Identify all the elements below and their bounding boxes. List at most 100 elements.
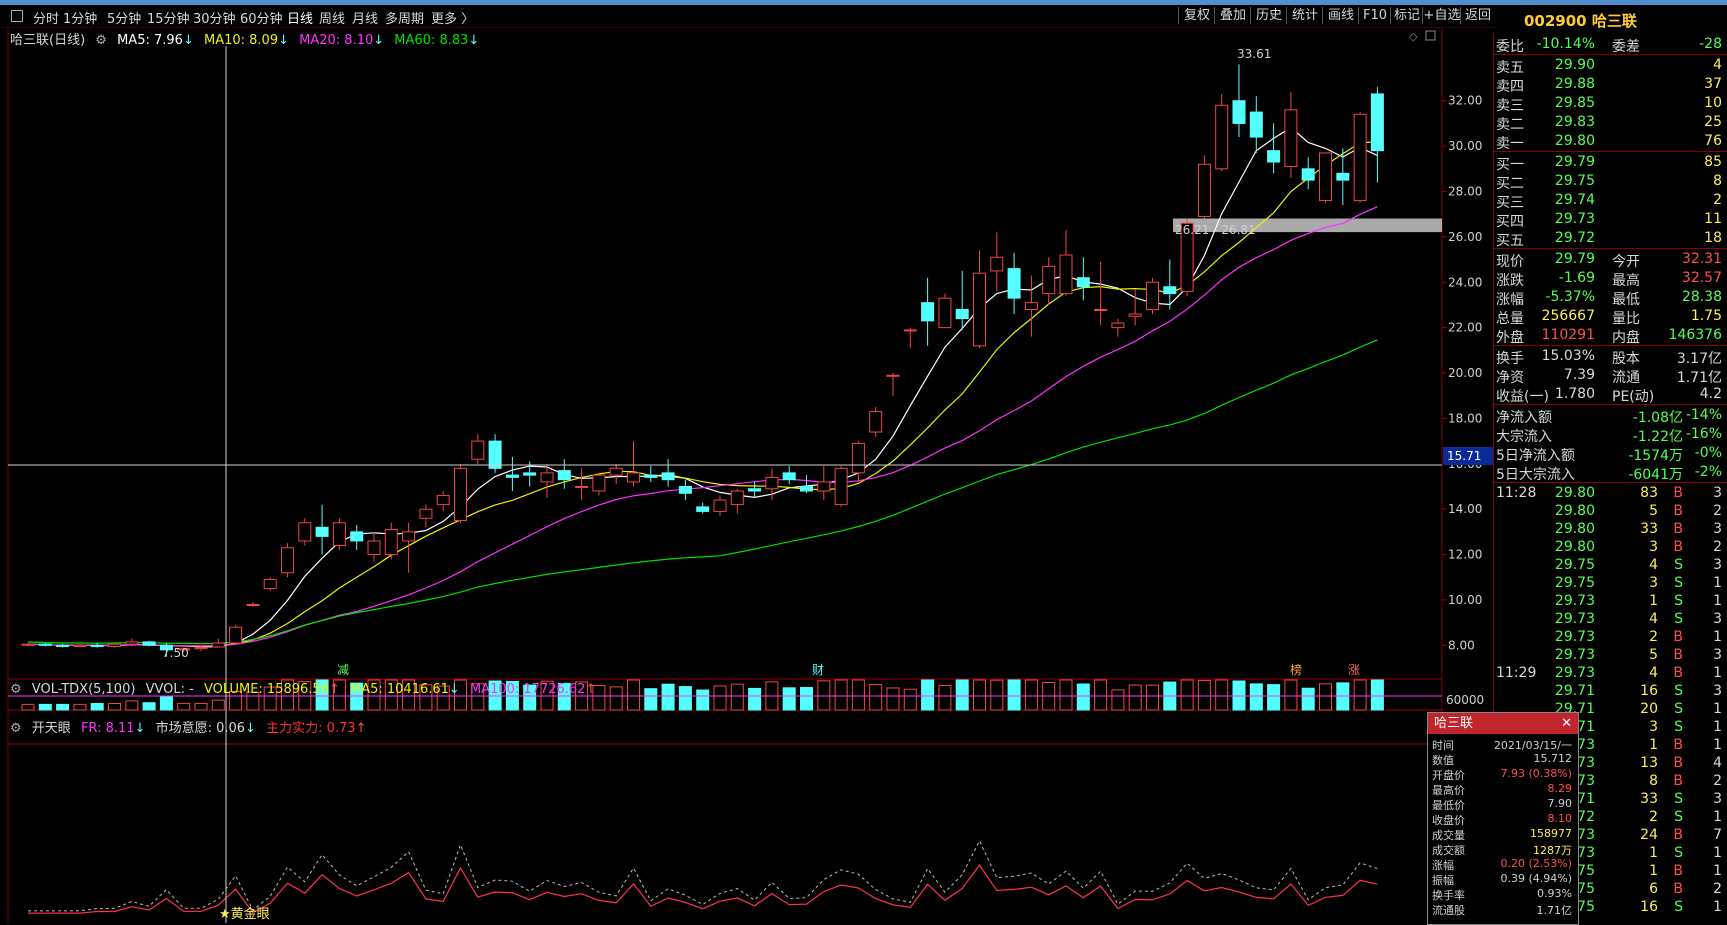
volume-bar <box>713 685 727 711</box>
volume-bar <box>800 687 813 711</box>
zone-label: 26.21 - 26.81 <box>1175 223 1256 237</box>
tick-trade-row-cell: S <box>1674 611 1683 627</box>
tick-trade-row-cell: S <box>1674 899 1683 915</box>
panel-divider <box>1494 151 1727 152</box>
candle-body <box>1128 313 1142 317</box>
order-ratio-row-cell: -28 <box>1699 36 1722 52</box>
money-flow-row-cell: 5日净流入额 <box>1496 448 1575 464</box>
ask-row-cell: 卖一 <box>1496 136 1524 152</box>
candle-body <box>229 626 243 644</box>
tick-trade-row-cell: B <box>1673 827 1683 843</box>
settings-icon[interactable]: ⚙ <box>10 682 22 697</box>
tab-fenshi[interactable]: 分时 <box>33 8 59 27</box>
kline-chart-area[interactable]: 32.00 30.00 28.00 26.00 24.00 22.00 20.00 18.00… <box>0 28 1496 923</box>
volume-legend: ⚙ VOL-TDX(5,100) VVOL: - VOLUME: 15896.5… <box>10 682 602 697</box>
tab-1min[interactable]: 1分钟 <box>63 8 97 27</box>
tick-trade-row-cell: 29.73 <box>1554 593 1595 609</box>
draw-button[interactable]: 画线 <box>1322 7 1359 24</box>
down-arrow-icon: ↓ <box>278 33 289 48</box>
adjust-button[interactable]: 复权 <box>1178 7 1215 24</box>
money-flow-row-cell: -16% <box>1685 426 1722 442</box>
order-ratio-row-cell: 委差 <box>1612 39 1640 55</box>
money-flow-row: 净流入额 -1.08亿 -14% <box>1494 406 1727 426</box>
candle-body <box>592 474 606 492</box>
volume-bar <box>678 686 692 711</box>
ma10-line <box>27 141 1378 647</box>
tick-trade-row-cell: 3 <box>1713 485 1722 501</box>
tab-daily[interactable]: 日线 <box>287 8 313 27</box>
settings-icon[interactable]: ⚙ <box>10 721 22 736</box>
down-arrow-icon: ↓ <box>245 721 256 736</box>
volume-bar <box>609 686 623 711</box>
candle-body <box>436 495 450 506</box>
popup-row-value: 8.29 <box>1547 782 1573 795</box>
tick-trade-row-cell: 20 <box>1640 701 1658 717</box>
tick-trade-row-cell: 1 <box>1713 845 1722 861</box>
marker-reduce[interactable]: 减 <box>337 663 349 677</box>
marker-limit-up[interactable]: 涨 <box>1348 662 1360 677</box>
close-icon[interactable]: ✕ <box>1561 713 1572 734</box>
volume-bar <box>1007 679 1021 711</box>
volume-ma5: MA5: 10416.61 <box>350 682 449 697</box>
tick-trade-row-cell: 4 <box>1649 611 1658 627</box>
tab-30min[interactable]: 30分钟 <box>193 8 236 27</box>
tick-trade-row-cell: 2 <box>1649 629 1658 645</box>
ask-row: 卖三 29.85 10 <box>1494 94 1727 114</box>
tick-trade-row: 29.73 5 B 3 <box>1494 646 1727 665</box>
volume-bar <box>748 687 762 711</box>
tick-trade-row-cell: 1 <box>1713 629 1722 645</box>
tick-trade-row-cell: S <box>1674 557 1683 573</box>
volume-bar <box>142 702 156 711</box>
popup-row: 成交量 158977 <box>1428 827 1578 842</box>
volume-bar <box>177 702 191 711</box>
popup-row-value: 15.712 <box>1533 752 1573 765</box>
fundamental-row-cell: 股本 <box>1612 351 1640 367</box>
stats-button[interactable]: 统计 <box>1286 7 1323 24</box>
tick-trade-row-cell: 83 <box>1640 485 1658 501</box>
popup-row-value: 0.93% <box>1537 887 1572 900</box>
candle-body <box>454 467 467 522</box>
tab-weekly[interactable]: 周线 <box>319 8 345 27</box>
history-button[interactable]: 历史 <box>1250 7 1287 24</box>
settings-icon[interactable]: ⚙ <box>95 33 107 48</box>
quote-stat-row: 涨幅 -5.37% 最低 28.38 <box>1494 288 1727 308</box>
quote-stat-row-cell: -5.37% <box>1545 289 1595 305</box>
candle-body <box>1336 172 1350 181</box>
panel-toggle-icon[interactable] <box>11 10 23 22</box>
candle-body <box>471 440 485 460</box>
tab-multi-period[interactable]: 多周期 <box>385 8 424 27</box>
candle-body <box>108 643 121 647</box>
marker-rank[interactable]: 榜 <box>1290 662 1302 677</box>
ask-row-cell: 37 <box>1704 76 1722 92</box>
overlay-button[interactable]: 叠加 <box>1214 7 1251 24</box>
tab-5min[interactable]: 5分钟 <box>107 8 141 27</box>
mark-button[interactable]: 标记 <box>1390 7 1423 24</box>
popup-row-value: 2021/03/15/一 <box>1493 739 1572 752</box>
marker-finance[interactable]: 财 <box>812 663 824 677</box>
tab-60min[interactable]: 60分钟 <box>240 8 283 27</box>
ask-row: 卖五 29.90 4 <box>1494 56 1727 76</box>
tab-more[interactable]: 更多 〉 <box>431 8 474 27</box>
add-favorite-button[interactable]: +自选 <box>1422 7 1461 24</box>
tick-trade-row-cell: 29.80 <box>1554 539 1595 555</box>
ask-row-cell: 10 <box>1704 95 1722 111</box>
fundamental-row-cell: 收益(一) <box>1496 389 1549 405</box>
tab-monthly[interactable]: 月线 <box>352 8 378 27</box>
candle-body <box>903 329 917 332</box>
tick-trade-row-cell: 1 <box>1713 719 1722 735</box>
candle-body <box>1284 109 1298 168</box>
fundamental-row-cell: 净资 <box>1496 370 1524 386</box>
f10-button[interactable]: F10 <box>1358 7 1391 24</box>
popup-row-value: 0.39 (4.94%) <box>1500 872 1572 885</box>
back-button[interactable]: 返回 <box>1460 7 1495 24</box>
diamond-icon[interactable]: ◇ <box>1409 30 1418 43</box>
expand-icon[interactable] <box>1425 30 1436 41</box>
tick-trade-row: 29.731S1 <box>1494 592 1727 611</box>
quote-stat-row-cell: 28.38 <box>1681 289 1722 305</box>
bar-info-popup[interactable]: 哈三联 ✕ 时间 2021/03/15/一 数值 15.712 开盘价 7.93 (0.3… <box>1427 712 1579 925</box>
ask-row-cell: 25 <box>1704 114 1722 130</box>
tick-trade-row-cell: S <box>1674 809 1683 825</box>
quote-stat-row-cell: 涨幅 <box>1496 292 1524 308</box>
volume-bar <box>1180 679 1194 711</box>
tab-15min[interactable]: 15分钟 <box>147 8 190 27</box>
